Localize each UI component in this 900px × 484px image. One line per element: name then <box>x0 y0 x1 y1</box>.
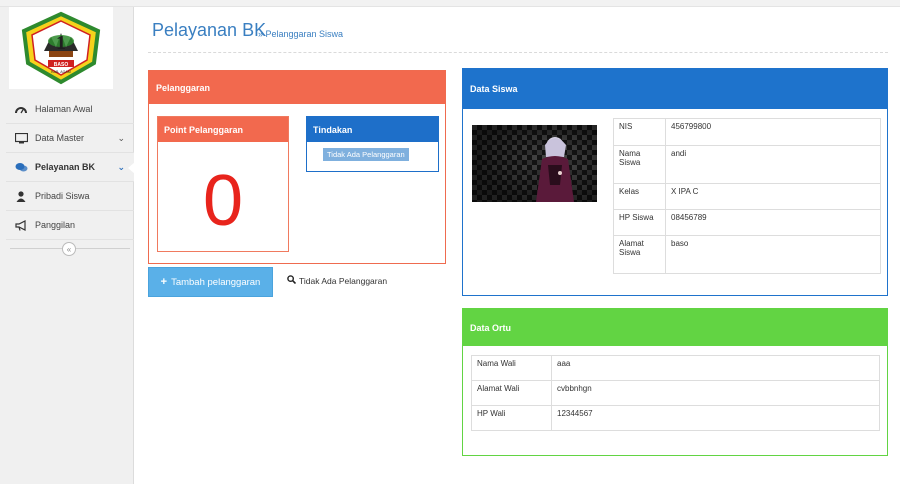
sidebar-item-label: Data Master <box>35 133 85 143</box>
data-ortu-panel: Data Ortu Nama Wali aaa Alamat Wali cvbb… <box>462 308 888 456</box>
pelanggaran-panel: Pelanggaran Point Pelanggaran 0 Tindakan… <box>148 70 446 264</box>
chat-icon <box>14 161 28 173</box>
nama-wali-label: Nama Wali <box>471 355 552 381</box>
sidebar: BASO KAB. AGAM 1 Halaman Awal Data Maste… <box>0 7 135 484</box>
nis-value: 456799800 <box>665 118 881 146</box>
school-logo: BASO KAB. AGAM 1 <box>9 7 113 89</box>
page-title: Pelayanan BK <box>152 20 267 40</box>
student-photo <box>472 125 597 202</box>
nama-siswa-value: andi <box>665 145 881 184</box>
table-row: Alamat Siswa baso <box>613 235 881 274</box>
table-row: Nama Wali aaa <box>471 355 880 381</box>
tindakan-title: Tindakan <box>307 117 438 142</box>
hp-siswa-value: 08456789 <box>665 209 881 236</box>
megaphone-icon <box>14 219 28 231</box>
panel-title: Pelanggaran <box>149 71 445 104</box>
table-row: Kelas X IPA C <box>613 183 881 210</box>
sidebar-item-label: Panggilan <box>35 220 76 230</box>
table-row: NIS 456799800 <box>613 118 881 146</box>
hp-wali-label: HP Wali <box>471 405 552 431</box>
status-badge: Tidak Ada Pelanggaran <box>323 148 409 161</box>
sidebar-item-panggilan[interactable]: Panggilan <box>6 211 134 240</box>
sidebar-collapse-row: « <box>6 239 134 259</box>
panel-title: Data Siswa <box>463 69 887 109</box>
tindakan-box: Tindakan Tidak Ada Pelanggaran <box>306 116 439 172</box>
add-button-label: Tambah pelanggaran <box>171 276 261 288</box>
kelas-label: Kelas <box>613 183 666 210</box>
kelas-value: X IPA C <box>665 183 881 210</box>
table-row: Nama Siswa andi <box>613 145 881 184</box>
point-value: 0 <box>202 161 244 241</box>
active-indicator <box>128 162 135 174</box>
svg-text:1: 1 <box>56 32 66 54</box>
chevron-down-icon: ⌄ <box>117 162 125 172</box>
table-row: HP Wali 12344567 <box>471 405 880 431</box>
user-icon <box>14 190 28 202</box>
student-info-table: NIS 456799800 Nama Siswa andi Kelas X IP… <box>613 118 881 274</box>
parent-info-table: Nama Wali aaa Alamat Wali cvbbnhgn HP Wa… <box>471 355 880 431</box>
alamat-siswa-value: baso <box>665 235 881 274</box>
hp-siswa-label: HP Siswa <box>613 209 666 236</box>
search-icon <box>287 275 297 286</box>
alamat-siswa-label: Alamat Siswa <box>613 235 666 274</box>
dashboard-icon <box>14 103 28 115</box>
chevron-down-icon: ⌄ <box>117 133 125 143</box>
nis-label: NIS <box>613 118 666 146</box>
sidebar-menu: Halaman Awal Data Master ⌄ Pelayanan BK … <box>6 95 135 240</box>
divider <box>148 52 888 53</box>
table-row: Alamat Wali cvbbnhgn <box>471 380 880 406</box>
no-violation-label: Tidak Ada Pelanggaran <box>299 275 388 286</box>
add-pelanggaran-button[interactable]: + Tambah pelanggaran <box>148 267 273 297</box>
breadcrumb[interactable]: » Pelanggaran Siswa <box>258 29 343 39</box>
point-title: Point Pelanggaran <box>158 117 288 142</box>
sidebar-item-pelayanan-bk[interactable]: Pelayanan BK ⌄ <box>6 153 135 182</box>
svg-text:KAB. AGAM: KAB. AGAM <box>51 70 71 74</box>
panel-title: Data Ortu <box>463 309 887 346</box>
hp-wali-value: 12344567 <box>551 405 880 431</box>
sidebar-item-label: Halaman Awal <box>35 104 93 114</box>
table-row: HP Siswa 08456789 <box>613 209 881 236</box>
nama-wali-value: aaa <box>551 355 880 381</box>
sidebar-item-pribadi-siswa[interactable]: Pribadi Siswa <box>6 182 134 211</box>
sidebar-item-halaman-awal[interactable]: Halaman Awal <box>6 95 134 124</box>
nama-siswa-label: Nama Siswa <box>613 145 666 184</box>
sidebar-item-data-master[interactable]: Data Master ⌄ <box>6 124 134 153</box>
top-bar <box>0 0 900 7</box>
svg-text:BASO: BASO <box>54 62 69 68</box>
alamat-wali-value: cvbbnhgn <box>551 380 880 406</box>
point-pelanggaran-box: Point Pelanggaran 0 <box>157 116 289 252</box>
sidebar-item-label: Pribadi Siswa <box>35 191 90 201</box>
chevron-left-circle-icon[interactable]: « <box>62 242 76 256</box>
sidebar-item-label: Pelayanan BK <box>35 162 96 172</box>
plus-icon: + <box>160 276 168 288</box>
data-siswa-panel: Data Siswa NIS 456799800 Nama Siswa andi… <box>462 68 888 296</box>
alamat-wali-label: Alamat Wali <box>471 380 552 406</box>
no-violation-link[interactable]: Tidak Ada Pelanggaran <box>287 275 387 286</box>
monitor-icon <box>14 132 28 144</box>
